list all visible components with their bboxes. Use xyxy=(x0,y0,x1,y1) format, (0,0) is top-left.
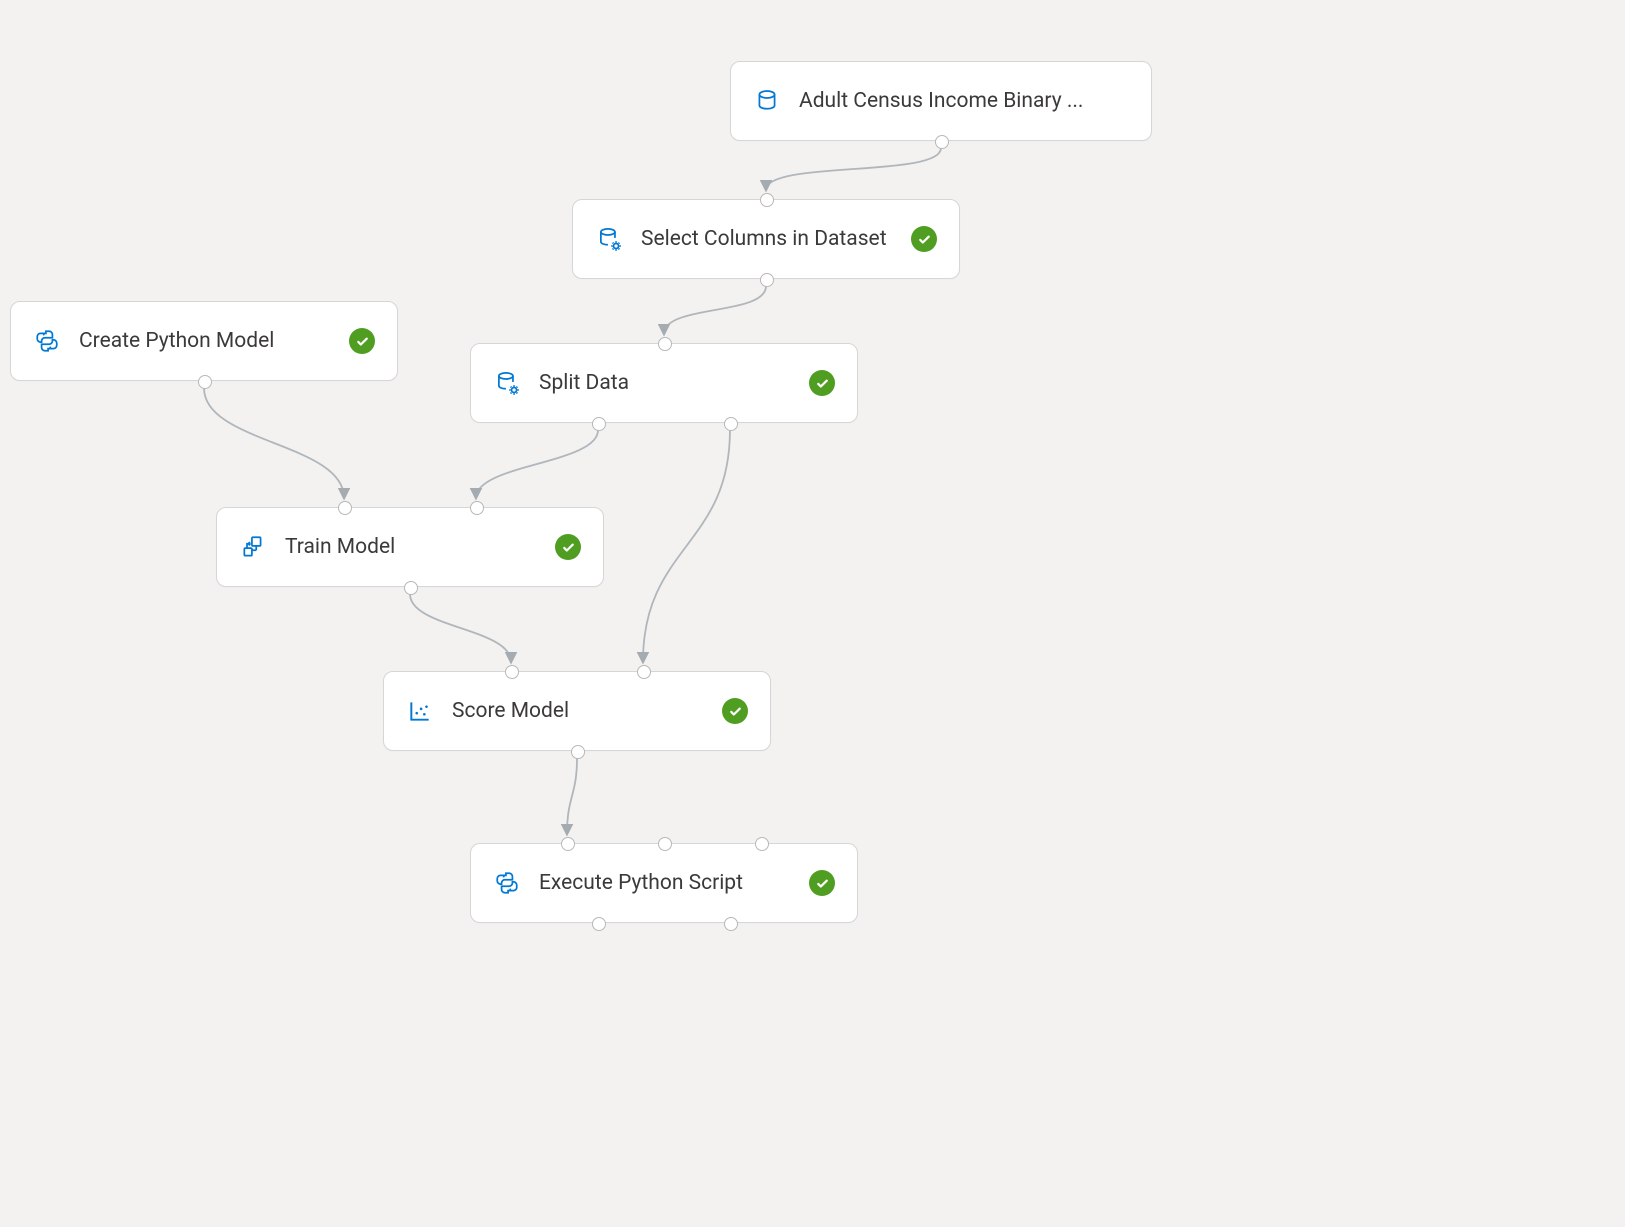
module-icon xyxy=(239,533,267,561)
port-out[interactable] xyxy=(571,745,585,759)
python-icon xyxy=(33,327,61,355)
node-label: Create Python Model xyxy=(61,329,349,353)
node-split-data[interactable]: Split Data xyxy=(470,343,858,423)
port-in[interactable] xyxy=(658,337,672,351)
edge xyxy=(567,758,577,834)
node-label: Select Columns in Dataset xyxy=(623,227,911,251)
scatter-icon xyxy=(406,697,434,725)
status-success-icon xyxy=(555,534,581,560)
port-out[interactable] xyxy=(935,135,949,149)
port-in[interactable] xyxy=(658,837,672,851)
connector-layer xyxy=(0,0,1625,1227)
node-label: Score Model xyxy=(434,699,722,723)
node-score-model[interactable]: Score Model xyxy=(383,671,771,751)
port-in[interactable] xyxy=(338,501,352,515)
node-train-model[interactable]: Train Model xyxy=(216,507,604,587)
status-success-icon xyxy=(911,226,937,252)
database-gear-icon xyxy=(595,225,623,253)
database-gear-icon xyxy=(493,369,521,397)
port-out[interactable] xyxy=(592,417,606,431)
port-out[interactable] xyxy=(404,581,418,595)
port-out[interactable] xyxy=(198,375,212,389)
port-in[interactable] xyxy=(760,193,774,207)
port-out[interactable] xyxy=(724,417,738,431)
node-label: Split Data xyxy=(521,371,809,395)
port-in[interactable] xyxy=(755,837,769,851)
status-success-icon xyxy=(722,698,748,724)
port-in[interactable] xyxy=(561,837,575,851)
edge xyxy=(766,148,941,190)
port-in[interactable] xyxy=(637,665,651,679)
edge xyxy=(664,286,766,334)
node-label: Train Model xyxy=(267,535,555,559)
node-create-python-model[interactable]: Create Python Model xyxy=(10,301,398,381)
port-out[interactable] xyxy=(592,917,606,931)
node-census-dataset[interactable]: Adult Census Income Binary ... xyxy=(730,61,1152,141)
port-in[interactable] xyxy=(505,665,519,679)
node-label: Adult Census Income Binary ... xyxy=(781,89,1129,113)
status-success-icon xyxy=(809,370,835,396)
status-success-icon xyxy=(809,870,835,896)
pipeline-canvas[interactable]: Adult Census Income Binary ... Select Co… xyxy=(0,0,1625,1227)
edge xyxy=(204,388,344,498)
port-in[interactable] xyxy=(470,501,484,515)
edge xyxy=(643,430,730,662)
edge xyxy=(476,430,598,498)
status-success-icon xyxy=(349,328,375,354)
node-execute-python[interactable]: Execute Python Script xyxy=(470,843,858,923)
port-out[interactable] xyxy=(760,273,774,287)
port-out[interactable] xyxy=(724,917,738,931)
edge xyxy=(410,594,511,662)
python-icon xyxy=(493,869,521,897)
node-select-columns[interactable]: Select Columns in Dataset xyxy=(572,199,960,279)
node-label: Execute Python Script xyxy=(521,871,809,895)
database-icon xyxy=(753,87,781,115)
